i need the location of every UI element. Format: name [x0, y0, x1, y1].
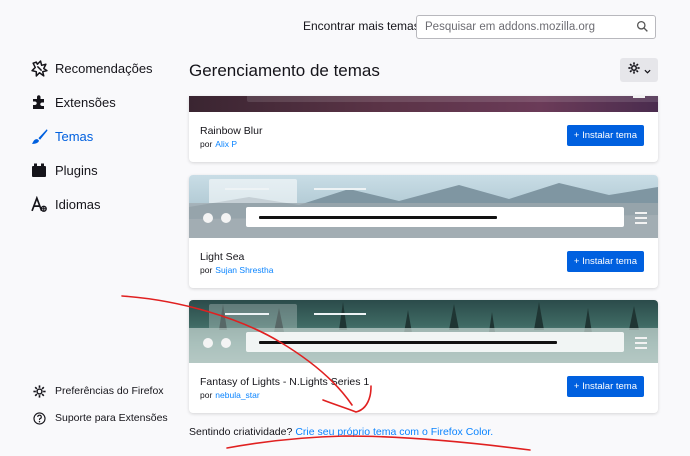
brush-icon	[30, 127, 48, 145]
theme-preview	[189, 300, 658, 363]
puzzle-piece-icon	[30, 93, 48, 111]
theme-card: Fantasy of Lights - N.Lights Series 1 po…	[189, 300, 658, 413]
install-theme-button[interactable]: + Instalar tema	[566, 376, 644, 397]
chevron-down-icon	[643, 61, 651, 79]
preview-urlbar	[247, 96, 658, 102]
help-icon	[32, 411, 46, 425]
theme-card: Light Sea por Sujan Shrestha + Instalar t…	[189, 175, 658, 288]
preview-forward-dot	[221, 213, 231, 223]
footer-link-label: Suporte para Extensões	[55, 412, 168, 424]
preview-tab-title	[314, 188, 366, 190]
hamburger-menu-icon	[635, 212, 647, 227]
theme-name: Rainbow Blur	[200, 125, 263, 137]
firefox-color-link[interactable]: Crie seu próprio tema com o Firefox Colo…	[295, 426, 493, 438]
theme-name: Light Sea	[200, 251, 245, 263]
hamburger-menu-icon	[635, 337, 647, 352]
create-theme-prompt: Sentindo criatividade? Crie seu próprio t…	[189, 426, 493, 438]
gear-icon	[32, 384, 46, 398]
author-link[interactable]: Alix P	[215, 139, 237, 149]
theme-preview	[189, 175, 658, 238]
sidebar-item-label: Idiomas	[55, 196, 101, 212]
theme-card: Rainbow Blur por Alix P + Instalar tema	[189, 96, 658, 162]
firefox-preferences-link[interactable]: Preferências do Firefox	[32, 382, 164, 400]
sidebar-item-label: Recomendações	[55, 60, 153, 76]
plugin-icon	[30, 161, 48, 179]
preview-tab-title	[314, 313, 366, 315]
sidebar-item-label: Temas	[55, 128, 94, 144]
preview-active-tab	[209, 179, 297, 203]
footer-link-label: Preferências do Firefox	[55, 385, 164, 397]
preview-forward-dot	[221, 338, 231, 348]
author-prefix: por	[200, 139, 213, 149]
find-more-themes-label: Encontrar mais temas	[303, 19, 420, 33]
install-theme-button[interactable]: + Instalar tema	[566, 125, 644, 146]
search-input[interactable]	[423, 20, 632, 34]
preview-tab-title	[225, 188, 269, 190]
sidebar: Recomendações Extensões Temas Plugins Id…	[0, 50, 175, 450]
theme-author: por nebula_star	[200, 390, 260, 400]
install-theme-button[interactable]: + Instalar tema	[566, 251, 644, 272]
theme-info: Fantasy of Lights - N.Lights Series 1 po…	[189, 363, 658, 413]
theme-name: Fantasy of Lights - N.Lights Series 1	[200, 376, 370, 388]
author-prefix: por	[200, 265, 213, 275]
theme-info: Rainbow Blur por Alix P + Instalar tema	[189, 112, 658, 162]
sidebar-item-themes[interactable]: Temas	[30, 125, 93, 147]
author-prefix: por	[200, 390, 213, 400]
page-title: Gerenciamento de temas	[189, 61, 380, 80]
sidebar-item-recommendations[interactable]: Recomendações	[30, 57, 153, 79]
preview-url-text	[259, 216, 497, 219]
theme-author: por Sujan Shrestha	[200, 265, 273, 275]
gear-icon	[627, 61, 640, 79]
sidebar-item-languages[interactable]: Idiomas	[30, 193, 101, 215]
preview-tab-title	[225, 313, 269, 315]
preview-url-text	[259, 341, 557, 344]
languages-icon	[30, 195, 48, 213]
tools-menu-button[interactable]	[620, 58, 658, 82]
top-bar: Encontrar mais temas	[0, 0, 690, 46]
sidebar-item-plugins[interactable]: Plugins	[30, 159, 98, 181]
preview-back-dot	[203, 338, 213, 348]
extensions-support-link[interactable]: Suporte para Extensões	[32, 409, 168, 427]
theme-info: Light Sea por Sujan Shrestha + Instalar t…	[189, 238, 658, 288]
create-theme-text: Sentindo criatividade?	[189, 426, 293, 438]
preview-back-dot	[203, 213, 213, 223]
author-link[interactable]: Sujan Shrestha	[215, 265, 273, 275]
author-link[interactable]: nebula_star	[215, 390, 259, 400]
sidebar-item-label: Plugins	[55, 162, 98, 178]
sidebar-item-extensions[interactable]: Extensões	[30, 91, 116, 113]
theme-preview	[189, 96, 658, 112]
search-icon[interactable]	[636, 20, 649, 38]
theme-author: por Alix P	[200, 139, 237, 149]
hamburger-menu-icon	[633, 96, 645, 101]
recommendations-icon	[30, 59, 48, 77]
sidebar-item-label: Extensões	[55, 94, 116, 110]
preview-active-tab	[209, 304, 297, 328]
search-box[interactable]	[416, 15, 656, 39]
